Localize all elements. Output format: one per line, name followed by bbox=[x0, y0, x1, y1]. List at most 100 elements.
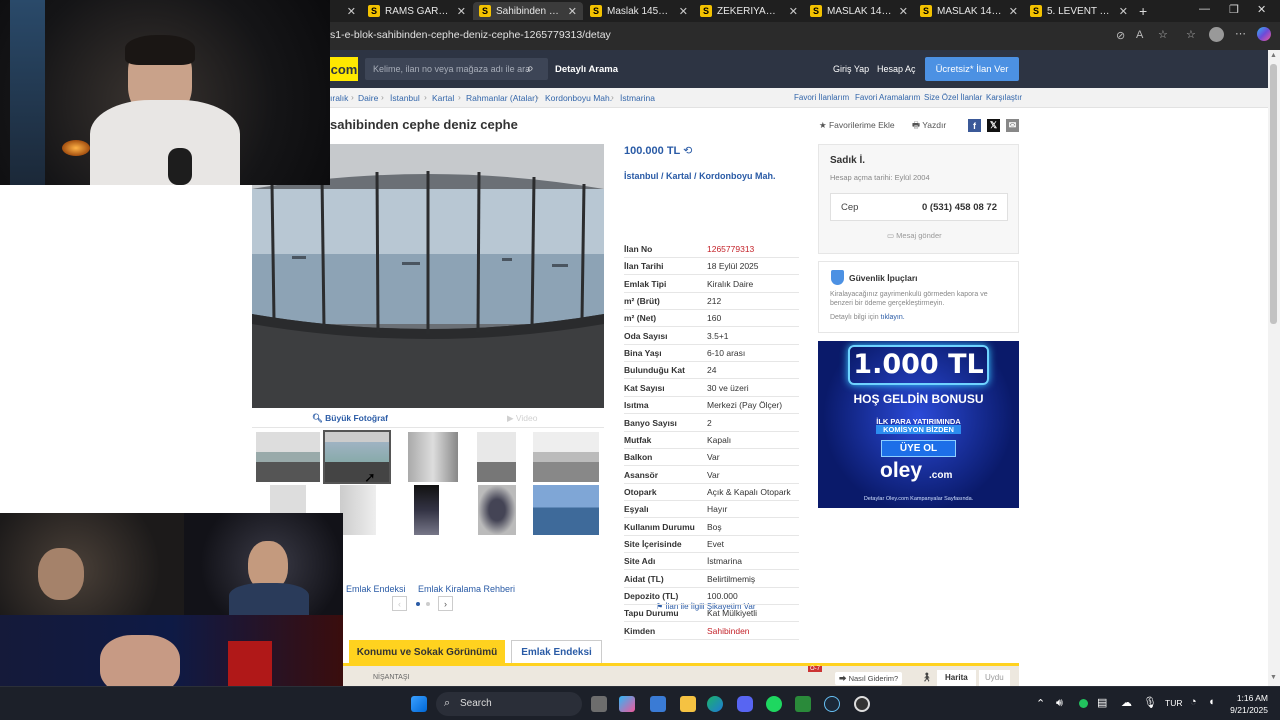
breadcrumb-item[interactable]: İstmarina bbox=[620, 93, 655, 103]
photo-thumbnail[interactable] bbox=[408, 432, 458, 482]
location-city[interactable]: İstanbul bbox=[624, 171, 659, 181]
tray-chevron-icon[interactable]: ⌃ bbox=[1036, 697, 1045, 710]
price-history-icon[interactable]: ⟲ bbox=[683, 145, 692, 157]
network-icon[interactable]: ☁ bbox=[1121, 696, 1132, 709]
photo-thumbnail[interactable] bbox=[414, 485, 439, 535]
scroll-up-icon[interactable]: ▲ bbox=[1270, 52, 1277, 59]
close-icon[interactable]: ✕ bbox=[1119, 5, 1128, 18]
pager-dot[interactable] bbox=[426, 602, 430, 606]
browser-tab[interactable]: S MASLAK 1453 GÜN ✕ bbox=[914, 2, 1024, 20]
breadcrumb-item[interactable]: Daire bbox=[358, 93, 378, 103]
taskbar-clock[interactable]: 1:16 AM 9/21/2025 bbox=[1230, 692, 1268, 716]
close-icon[interactable]: ✕ bbox=[899, 5, 908, 18]
post-ad-button[interactable]: Ücretsiz* İlan Ver bbox=[925, 57, 1019, 81]
window-close-icon[interactable]: ✕ bbox=[1257, 3, 1266, 16]
speaker-icon[interactable]: 🔊︎ bbox=[1056, 697, 1063, 710]
site-logo[interactable]: com bbox=[330, 57, 358, 81]
photo-thumbnail[interactable] bbox=[477, 432, 516, 482]
app-icon[interactable] bbox=[795, 696, 811, 712]
language-indicator[interactable]: TUR bbox=[1165, 698, 1182, 708]
location-district[interactable]: Kartal bbox=[666, 171, 692, 181]
oley-ad-banner[interactable]: 1.000 TL HOŞ GELDİN BONUSU İLK PARA YATI… bbox=[818, 341, 1019, 508]
photo-thumbnail[interactable] bbox=[256, 432, 320, 482]
more-menu-icon[interactable]: ⋯ bbox=[1235, 27, 1246, 40]
copilot-icon[interactable] bbox=[1257, 27, 1271, 41]
detailed-search-link[interactable]: Detaylı Arama bbox=[555, 64, 618, 75]
register-link[interactable]: Hesap Aç bbox=[877, 64, 916, 74]
close-icon[interactable]: ✕ bbox=[679, 5, 688, 18]
collections-icon[interactable]: ☆ bbox=[1186, 28, 1196, 41]
email-share-icon[interactable]: ✉ bbox=[1006, 119, 1019, 132]
location-neighborhood[interactable]: Kordonboyu Mah. bbox=[699, 171, 776, 181]
edge-browser-icon[interactable] bbox=[707, 696, 723, 712]
breadcrumb-item[interactable]: Kartal bbox=[432, 93, 454, 103]
close-icon[interactable]: ✕ bbox=[347, 5, 356, 18]
task-view-icon[interactable] bbox=[591, 696, 607, 712]
profile-avatar-icon[interactable] bbox=[1209, 27, 1224, 42]
photo-thumbnail-selected[interactable] bbox=[323, 430, 391, 484]
ad-signup-button[interactable]: ÜYE OL bbox=[881, 440, 956, 457]
file-explorer-icon[interactable] bbox=[680, 696, 696, 712]
new-tab-plus-icon[interactable]: + bbox=[1139, 3, 1147, 19]
favorite-listings-link[interactable]: Favori İlanlarım bbox=[794, 93, 849, 102]
mic-icon[interactable]: 🎙︎ bbox=[1143, 696, 1157, 709]
tracking-icon[interactable]: ⊘ bbox=[1116, 29, 1125, 42]
browser-tab[interactable]: S ZEKERİYAKÖY TERR ✕ bbox=[694, 2, 804, 20]
photo-thumbnail[interactable] bbox=[340, 485, 376, 535]
widgets-icon[interactable] bbox=[650, 696, 666, 712]
phone-box[interactable]: Cep 0 (531) 458 08 72 bbox=[830, 193, 1008, 221]
spotify-icon[interactable] bbox=[766, 696, 782, 712]
tab-emlak-endeksi[interactable]: Emlak Endeksi bbox=[511, 640, 602, 664]
breadcrumb-item[interactable]: İstanbul bbox=[390, 93, 420, 103]
close-icon[interactable]: ✕ bbox=[789, 5, 798, 18]
photo-thumbnail[interactable] bbox=[478, 485, 516, 535]
tips-more-link[interactable]: tıklayın. bbox=[881, 314, 905, 321]
scroll-down-icon[interactable]: ▼ bbox=[1270, 674, 1277, 681]
tray-app-icon[interactable]: ▤ bbox=[1097, 696, 1107, 709]
map-mode-button[interactable]: Harita bbox=[937, 670, 976, 686]
breadcrumb-item[interactable]: Rahmanlar (Atalar) bbox=[466, 93, 538, 103]
favorite-star-icon[interactable]: ☆ bbox=[1158, 28, 1168, 41]
page-scrollbar[interactable]: ▲ ▼ bbox=[1268, 50, 1280, 686]
breadcrumb-item[interactable]: ıralık bbox=[330, 93, 348, 103]
photo-thumbnail[interactable] bbox=[533, 432, 599, 482]
url-text[interactable]: s1-e-blok-sahibinden-cephe-deniz-cephe-1… bbox=[330, 29, 611, 41]
browser-tab[interactable]: S Maslak 1453 3 Ban ✕ bbox=[584, 2, 694, 20]
read-aloud-icon[interactable]: A bbox=[1136, 29, 1143, 41]
compare-link[interactable]: Karşılaştır bbox=[986, 93, 1022, 102]
satellite-mode-button[interactable]: Uydu bbox=[979, 670, 1010, 686]
prev-page-button[interactable]: ‹ bbox=[392, 596, 407, 611]
browser-tab[interactable]: S RAMS GARDEN BA ✕ bbox=[362, 2, 472, 20]
print-link[interactable]: 🖶 Yazdır bbox=[912, 120, 946, 134]
close-icon[interactable]: ✕ bbox=[457, 5, 466, 18]
next-page-button[interactable]: › bbox=[438, 596, 453, 611]
facebook-share-icon[interactable]: f bbox=[968, 119, 981, 132]
search-icon[interactable]: ⌕ bbox=[527, 61, 534, 76]
copilot-taskbar-icon[interactable] bbox=[619, 696, 635, 712]
emlak-endeksi-link[interactable]: Emlak Endeksi bbox=[346, 584, 406, 594]
browser-tab[interactable]: S 5. LEVENT TORUN ✕ bbox=[1024, 2, 1134, 20]
map-view[interactable]: NİŞANTAŞI O-7 ⮕ Nasıl Giderim? 🚶︎ Harita… bbox=[343, 663, 1019, 686]
browser-tab[interactable]: S MASLAK 1453 A1 B ✕ bbox=[804, 2, 914, 20]
tab-location-street[interactable]: Konumu ve Sokak Görünümü bbox=[349, 640, 505, 664]
maximize-icon[interactable]: ❐ bbox=[1229, 3, 1239, 16]
x-share-icon[interactable]: 𝕏 bbox=[987, 119, 1000, 132]
close-icon[interactable]: ✕ bbox=[1009, 5, 1018, 18]
search-input[interactable]: Kelime, ilan no veya mağaza adı ile ara bbox=[365, 58, 548, 80]
breadcrumb-item[interactable]: Kordonboyu Mah. bbox=[545, 93, 612, 103]
street-view-pegman-icon[interactable]: 🚶︎ bbox=[921, 672, 932, 683]
steam-icon[interactable] bbox=[824, 696, 840, 712]
favorite-searches-link[interactable]: Favori Aramalarım bbox=[855, 93, 920, 102]
directions-button[interactable]: ⮕ Nasıl Giderim? bbox=[835, 672, 903, 685]
scrollbar-thumb[interactable] bbox=[1270, 64, 1277, 324]
volume-icon[interactable]: ◖ bbox=[1208, 696, 1215, 708]
special-listings-link[interactable]: Size Özel İlanlar bbox=[924, 93, 982, 102]
big-photo-tab[interactable]: 🔍︎ Büyük Fotoğraf bbox=[312, 413, 388, 424]
favorite-add-link[interactable]: ★ Favorilerime Ekle bbox=[819, 120, 895, 131]
app-icon[interactable] bbox=[854, 696, 870, 712]
send-message-link[interactable]: ▭ Mesaj gönder bbox=[887, 231, 942, 240]
photo-thumbnail[interactable] bbox=[533, 485, 599, 535]
browser-tab-active[interactable]: S Sahibinden Kiralık ✕ bbox=[473, 2, 583, 20]
pager-dot-active[interactable] bbox=[416, 602, 420, 606]
kiralama-rehberi-link[interactable]: Emlak Kiralama Rehberi bbox=[418, 584, 515, 594]
